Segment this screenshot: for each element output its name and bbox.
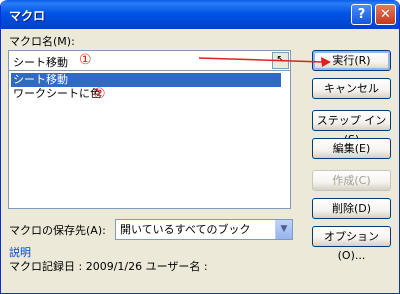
- annotation-arrow: [198, 57, 331, 67]
- macro-dialog: マクロ ? ✕ マクロ名(M): シート移動 ① ↖ シート移動 ワークシートに…: [0, 0, 400, 294]
